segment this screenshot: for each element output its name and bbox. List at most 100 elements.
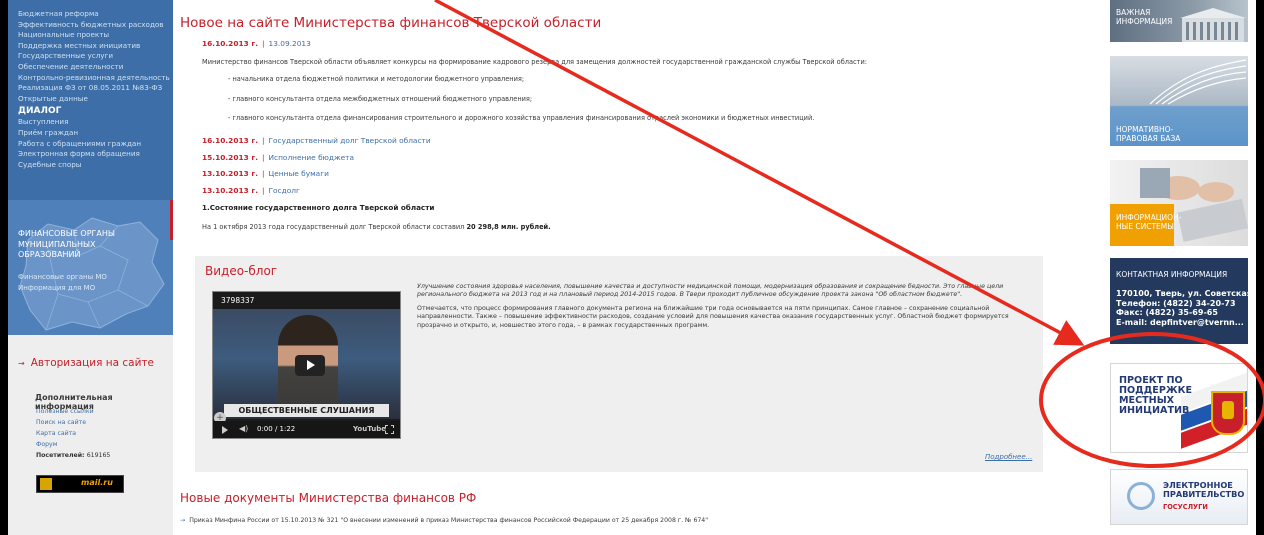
news-category[interactable]: Государственный долг Тверской области [269, 136, 431, 145]
news-date: 15.10.2013 г. [202, 153, 258, 162]
contact-phone: Телефон: (4822) 34-20-73 [1116, 298, 1236, 308]
news-date: 16.10.2013 г. [202, 136, 258, 145]
separator: | [262, 136, 265, 145]
right-banners: ВАЖНАЯ ИНФОРМАЦИЯ НОРМАТИВНО-ПРАВОВАЯ БА… [1110, 0, 1256, 535]
link-sitemap[interactable]: Карта сайта [36, 428, 110, 439]
youtube-logo[interactable]: YouTube [353, 425, 386, 433]
link-fin-organs-mo[interactable]: Финансовые органы МО [18, 272, 107, 283]
fullscreen-icon[interactable] [385, 425, 394, 434]
debt-value: 20 298,8 млн. рублей. [466, 223, 551, 231]
active-marker [170, 200, 173, 240]
municipal-finance-title[interactable]: ФИНАНСОВЫЕ ОРГАНЫ МУНИЦИПАЛЬНЫХ ОБРАЗОВА… [18, 229, 138, 261]
auth-link[interactable]: → Авторизация на сайте [18, 357, 154, 369]
counter-logo-text: mail.ru [81, 478, 113, 487]
news-category[interactable]: Госдолг [269, 186, 300, 195]
sidebar-item-speeches[interactable]: Выступления [18, 117, 173, 128]
left-sidebar: Бюджетная реформа Эффективность бюджетны… [8, 0, 173, 535]
sidebar-heading-dialog: ДИАЛОГ [18, 106, 62, 117]
sidebar-item-fz83[interactable]: Реализация ФЗ от 08.05.2011 №83-ФЗ [18, 83, 173, 94]
video-caption: ОБЩЕСТВЕННЫЕ СЛУШАНИЯ [224, 404, 389, 417]
arrow-right-icon: → [180, 517, 186, 524]
banner-normative-base[interactable]: НОРМАТИВНО-ПРАВОВАЯ БАЗА [1110, 56, 1248, 146]
documents-icon [1149, 59, 1247, 105]
contact-email[interactable]: E-mail: depfintver@tvernn... [1116, 318, 1248, 328]
sidebar-item-disputes[interactable]: Судебные споры [18, 160, 173, 171]
contact-address: 170100, Тверь, ул. Советская, 23 [1116, 289, 1248, 298]
debt-text: На 1 октября 2013 года государственный д… [202, 222, 551, 232]
video-id: 3798337 [221, 296, 255, 305]
banner-e-government[interactable]: ЭЛЕКТРОННОЕ ПРАВИТЕЛЬСТВО ГОСУСЛУГИ [1110, 469, 1248, 525]
auth-link-label: Авторизация на сайте [30, 357, 154, 369]
sidebar-item-local-initiatives[interactable]: Поддержка местных инициатив [18, 41, 173, 52]
frame-border-right [1256, 0, 1264, 535]
video-description-body: Отмечается, что процесс формирования гла… [417, 304, 1009, 329]
news-category[interactable]: Ценные бумаги [269, 169, 329, 178]
news-item-bullet: - главного консультанта отдела финансиро… [228, 114, 815, 122]
sidebar-lower: → Авторизация на сайте Дополнительная инф… [8, 335, 173, 535]
visitors-count: 619165 [86, 452, 111, 459]
visitors-label: Посетителей: [36, 452, 85, 459]
debt-text-label: На 1 октября 2013 года государственный д… [202, 223, 465, 231]
banner-important-label: ВАЖНАЯ ИНФОРМАЦИЯ [1116, 8, 1173, 26]
news-item-meta: 13.10.2013 г. | Ценные бумаги [202, 169, 329, 179]
contact-fax: Факс: (4822) 35-69-65 [1116, 308, 1218, 318]
news-category[interactable]: Исполнение бюджета [269, 153, 355, 162]
volume-icon[interactable]: ◀) [239, 424, 248, 433]
video-description: Улучшение состояния здоровья населения, … [417, 283, 1032, 330]
municipal-finance-block: ФИНАНСОВЫЕ ОРГАНЫ МУНИЦИПАЛЬНЫХ ОБРАЗОВА… [8, 200, 173, 335]
video-time: 0:00 / 1:22 [257, 425, 296, 433]
banner-info-label: ИНФОРМАЦИОН-НЫЕ СИСТЕМЫ [1116, 213, 1182, 231]
sidebar-item-appeals[interactable]: Работа с обращениями граждан [18, 139, 173, 150]
news-section-title: Новое на сайте Министерства финансов Тве… [180, 15, 602, 31]
sidebar-menu: Бюджетная реформа Эффективность бюджетны… [8, 0, 173, 170]
news-item-meta: 15.10.2013 г. | Исполнение бюджета [202, 153, 354, 163]
link-forum[interactable]: Форум [36, 439, 110, 450]
more-link[interactable]: Подробнее... [985, 453, 1032, 461]
doc-list-item[interactable]: → Приказ Минфина России от 15.10.2013 № 3… [180, 517, 708, 524]
video-description-italic: Улучшение состояния здоровья населения, … [417, 283, 1004, 299]
video-blog-title: Видео-блог [205, 264, 278, 278]
project-banner-label: ПРОЕКТ ПО ПОДДЕРЖКЕ МЕСТНЫХ ИНИЦИАТИВ [1119, 375, 1192, 416]
link-search[interactable]: Поиск на сайте [36, 417, 110, 428]
sidebar-item-budget-efficiency[interactable]: Эффективность бюджетных расходов [18, 20, 173, 31]
sidebar-item-state-services[interactable]: Государственные услуги [18, 51, 173, 62]
sidebar-item-reception[interactable]: Приём граждан [18, 128, 173, 139]
building-icon [1180, 8, 1246, 42]
docs-section-title: Новые документы Министерства финансов РФ [180, 491, 477, 505]
egov-subtitle: ГОСУСЛУГИ [1163, 503, 1208, 511]
video-blog-panel: Видео-блог 3798337 ОБЩЕСТВЕННЫЕ СЛУШАНИЯ… [195, 256, 1043, 472]
counter-logo-icon [40, 478, 52, 490]
sidebar-item-e-form[interactable]: Электронная форма обращения [18, 149, 173, 160]
link-useful[interactable]: Полезные ссылки [36, 406, 110, 417]
egov-title: ЭЛЕКТРОННОЕ ПРАВИТЕЛЬСТВО [1163, 480, 1245, 499]
video-player[interactable]: 3798337 ОБЩЕСТВЕННЫЕ СЛУШАНИЯ + ◀) 0:00 … [212, 291, 401, 439]
news-category[interactable]: 13.09.2013 [269, 39, 311, 48]
sidebar-item-open-data[interactable]: Открытые данные [18, 94, 173, 105]
link-info-mo[interactable]: Информация для МО [18, 283, 107, 294]
control-play-icon[interactable] [222, 426, 228, 434]
separator: | [262, 169, 265, 178]
mailru-counter[interactable]: mail.ru [36, 475, 124, 493]
sidebar-item-operations[interactable]: Обеспечение деятельности [18, 62, 173, 73]
banner-info-systems[interactable]: ИНФОРМАЦИОН-НЫЕ СИСТЕМЫ [1110, 160, 1248, 246]
visitors-counter-text: Посетителей: 619165 [36, 450, 110, 461]
main-content: Новое на сайте Министерства финансов Тве… [175, 0, 1045, 535]
sidebar-item-audit[interactable]: Контрольно-ревизионная деятельность [18, 73, 173, 84]
contacts-panel: КОНТАКТНАЯ ИНФОРМАЦИЯ 170100, Тверь, ул.… [1110, 258, 1248, 344]
news-date: 13.10.2013 г. [202, 186, 258, 195]
egov-logo-icon [1127, 482, 1155, 510]
banner-important-info[interactable]: ВАЖНАЯ ИНФОРМАЦИЯ [1110, 0, 1248, 42]
municipal-finance-links: Финансовые органы МО Информация для МО [18, 272, 107, 294]
sidebar-item-budget-reform[interactable]: Бюджетная реформа [18, 9, 173, 20]
additional-info-links: Полезные ссылки Поиск на сайте Карта сай… [36, 406, 110, 461]
sidebar-item-national-projects[interactable]: Национальные проекты [18, 30, 173, 41]
play-icon [307, 360, 315, 370]
debt-heading: 1.Состояние государственного долга Тверс… [202, 203, 435, 212]
coat-of-arms-icon [1211, 391, 1245, 435]
contacts-body: 170100, Тверь, ул. Советская, 23 Телефон… [1116, 289, 1248, 327]
news-item-body: Министерство финансов Тверской области о… [202, 58, 867, 66]
news-item-bullet: - начальника отдела бюджетной политики и… [228, 75, 525, 83]
banner-local-initiatives-project[interactable]: ПРОЕКТ ПО ПОДДЕРЖКЕ МЕСТНЫХ ИНИЦИАТИВ [1110, 363, 1248, 453]
play-button[interactable] [295, 355, 325, 376]
news-item-meta: 16.10.2013 г. | 13.09.2013 [202, 39, 311, 49]
